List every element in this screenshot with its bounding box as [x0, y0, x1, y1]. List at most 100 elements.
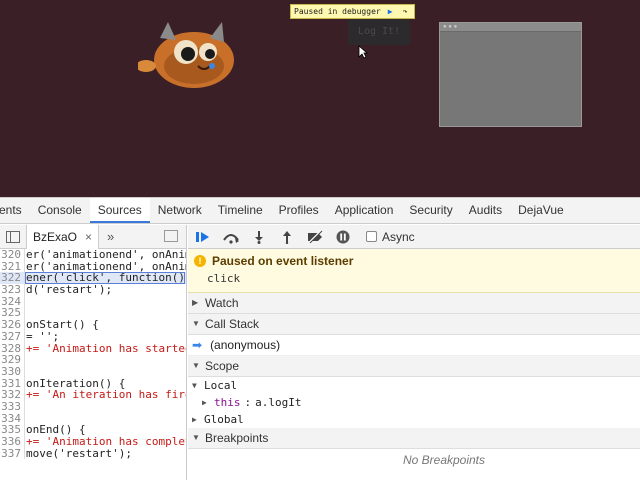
tab-elements[interactable]: ents — [0, 198, 30, 223]
mouse-cursor-icon — [358, 45, 368, 59]
code-line: 324 — [0, 296, 186, 308]
paused-detail: click — [207, 272, 241, 285]
file-tab[interactable]: BzExaO × — [26, 225, 100, 249]
tab-network[interactable]: Network — [150, 198, 210, 223]
async-label: Async — [382, 229, 415, 244]
expanded-triangle-icon: ▼ — [192, 319, 200, 328]
demo-window-titlebar: ● ● ● — [440, 23, 581, 32]
code-line: 336 += 'Animation has complet — [0, 436, 186, 448]
line-number[interactable]: 333 — [0, 401, 25, 413]
step-over-icon[interactable]: ↷ — [400, 7, 411, 17]
expanded-triangle-icon: ▼ — [192, 433, 200, 442]
debugger-sidebar: Async ! Paused on event listener click ▶… — [188, 225, 640, 480]
scope-global-label: Global — [204, 413, 244, 426]
breakpoints-section-header[interactable]: ▼ Breakpoints — [188, 428, 640, 449]
code-text: er('animationend', onAnim — [26, 248, 187, 261]
section-title: Watch — [205, 296, 239, 310]
deactivate-breakpoints-icon — [308, 229, 323, 244]
frame-name: (anonymous) — [210, 337, 281, 352]
section-title: Breakpoints — [205, 431, 269, 445]
code-view[interactable]: 320 er('animationend', onAnim 321 er('anim… — [0, 249, 187, 460]
step-into-icon — [255, 230, 263, 244]
resume-icon[interactable]: ▶ — [385, 7, 396, 17]
code-text: += 'An iteration has fire — [26, 388, 187, 402]
section-title: Call Stack — [205, 317, 260, 331]
tab-profiles[interactable]: Profiles — [271, 198, 327, 223]
step-over-button[interactable] — [222, 228, 240, 246]
collapsed-triangle-icon: ▶ — [192, 415, 197, 424]
code-line: 333 — [0, 401, 186, 413]
line-number[interactable]: 320 — [0, 249, 25, 261]
source-editor-pane: BzExaO × » 320 er('animationend', onAnim … — [0, 225, 187, 480]
no-breakpoints-message: No Breakpoints — [402, 453, 486, 467]
scope-section-header[interactable]: ▼ Scope — [188, 356, 640, 377]
resume-button[interactable] — [194, 228, 212, 246]
code-text: = ''; — [26, 329, 60, 343]
demo-window: ● ● ● — [439, 22, 582, 127]
file-tab-label: BzExaO — [33, 229, 78, 244]
code-line: 329 — [0, 354, 186, 366]
async-checkbox[interactable] — [366, 231, 377, 242]
property-value: a.logIt — [255, 396, 302, 409]
scope-property-row[interactable]: ▶ this: a.logIt — [188, 394, 640, 411]
line-number[interactable]: 336 — [0, 436, 25, 448]
code-line: 327 = ''; — [0, 331, 186, 343]
scope-global[interactable]: ▶ Global — [188, 411, 640, 428]
code-line: 337 move('restart'); — [0, 447, 186, 460]
line-number[interactable]: 327 — [0, 331, 25, 343]
owl-character-image — [138, 22, 234, 88]
paused-title-text: Paused on event listener — [212, 254, 354, 268]
more-tabs-icon[interactable]: » — [107, 229, 114, 244]
async-toggle[interactable]: Async — [366, 230, 415, 244]
code-text: += 'Animation has started — [26, 341, 187, 355]
tab-audits[interactable]: Audits — [461, 198, 510, 223]
tab-application[interactable]: Application — [327, 198, 402, 223]
scope-local[interactable]: ▼ Local — [188, 377, 640, 394]
collapsed-triangle-icon: ▶ — [192, 298, 199, 307]
tab-console[interactable]: Console — [30, 198, 90, 223]
step-out-button[interactable] — [278, 228, 296, 246]
pause-on-exceptions-button[interactable] — [334, 228, 352, 246]
step-into-button[interactable] — [250, 228, 268, 246]
line-number[interactable]: 330 — [0, 366, 25, 378]
paused-status-title: ! Paused on event listener — [194, 254, 634, 268]
code-line: 328 += 'Animation has started — [0, 341, 187, 355]
code-line: 323 d('restart'); — [0, 284, 186, 296]
tab-security[interactable]: Security — [401, 198, 460, 223]
resume-icon — [196, 231, 209, 242]
property-name: this — [214, 396, 241, 409]
line-number[interactable]: 337 — [0, 447, 25, 460]
tab-dejavue[interactable]: DejaVue — [510, 198, 572, 223]
tab-sources[interactable]: Sources — [89, 198, 150, 223]
log-it-button[interactable]: Log It! — [348, 19, 410, 45]
code-line: 320 er('animationend', onAnim — [0, 249, 186, 261]
code-line: 330 — [0, 366, 186, 378]
collapsed-triangle-icon: ▶ — [202, 398, 207, 407]
step-out-icon — [283, 230, 291, 244]
close-icon[interactable]: × — [85, 225, 92, 249]
debugger-toolbar: Async — [188, 225, 640, 249]
paused-in-debugger-banner: Paused in debugger ▶ ↷ — [290, 4, 415, 19]
paused-banner-text: Paused in debugger — [294, 7, 381, 16]
code-text: d('restart'); — [26, 283, 113, 297]
call-stack-section-header[interactable]: ▼ Call Stack — [188, 314, 640, 335]
call-stack-frame[interactable]: ➡ (anonymous) — [188, 335, 640, 356]
watch-section-header[interactable]: ▶ Watch — [188, 293, 640, 314]
deactivate-breakpoints-button[interactable] — [306, 228, 324, 246]
section-title: Scope — [205, 359, 240, 373]
devtools-tabbar: ents Console Sources Network Timeline Pr… — [0, 198, 640, 224]
expanded-triangle-icon: ▼ — [192, 361, 200, 370]
devtools-panel: ents Console Sources Network Timeline Pr… — [0, 197, 640, 480]
line-number[interactable]: 323 — [0, 284, 25, 296]
tab-timeline[interactable]: Timeline — [210, 198, 271, 223]
debugger-sidebar-toggle-icon[interactable] — [164, 230, 178, 242]
warning-icon: ! — [194, 255, 206, 267]
expanded-triangle-icon: ▼ — [192, 381, 197, 390]
paused-status-box: ! Paused on event listener click — [188, 249, 640, 293]
property-colon: : — [244, 396, 252, 409]
navigator-toggle-icon[interactable] — [6, 230, 20, 243]
